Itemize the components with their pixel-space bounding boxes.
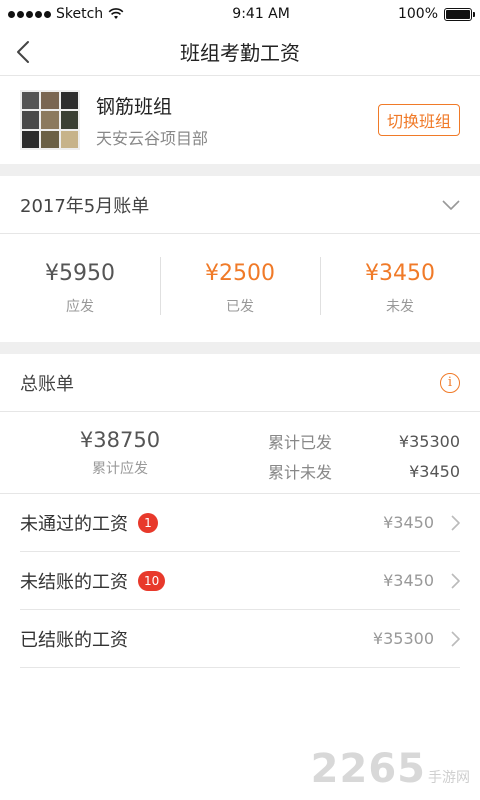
stat-value: ¥2500 [205,260,275,286]
count-badge: 1 [138,512,158,533]
info-icon[interactable]: i [440,372,460,393]
total-left: ¥38750 累计应发 [20,412,220,493]
total-unpaid-value: ¥3450 [409,461,460,481]
list-item-unsettled[interactable]: 未结账的工资 10 ¥3450 [20,552,460,610]
chevron-down-icon [442,199,460,210]
stat-label: 未发 [386,298,414,315]
total-amount-label: 累计应发 [92,461,148,477]
battery-percent: 100% [397,6,438,22]
status-right: 100% [397,6,475,22]
status-time: 9:41 AM [232,6,290,22]
stat-label: 已发 [226,298,254,315]
carrier-name: Sketch [56,6,104,22]
stat-payable: ¥5950 应发 [0,261,160,316]
section-divider [0,342,480,354]
list-item-amount: ¥3450 [383,571,434,590]
team-project: 天安云谷项目部 [96,128,209,148]
back-icon [17,41,29,63]
list-item-settled[interactable]: 已结账的工资 ¥35300 [20,610,460,668]
watermark-number: 2265 [310,746,426,792]
team-avatar [20,90,80,150]
stat-value: ¥5950 [45,260,115,286]
team-info: 钢筋班组 天安云谷项目部 [96,92,378,149]
total-paid-row: 累计已发 ¥35300 [220,426,460,456]
back-button[interactable] [16,38,44,66]
month-stats: ¥5950 应发 ¥2500 已发 ¥3450 未发 [0,234,480,342]
total-right: 累计已发 ¥35300 累计未发 ¥3450 [220,412,460,493]
total-unpaid-row: 累计未发 ¥3450 [220,456,460,486]
list-item-label: 已结账的工资 [20,629,128,651]
switch-team-button[interactable]: 切换班组 [377,104,460,136]
section-divider [0,164,480,176]
list-item-amount: ¥3450 [383,513,434,532]
month-label: 2017年5月账单 [20,195,150,217]
list-right: ¥3450 [383,513,460,532]
nav-bar: 班组考勤工资 [0,28,480,76]
stat-unpaid: ¥3450 未发 [320,256,480,316]
list-left: 未通过的工资 1 [20,510,158,536]
total-unpaid-label: 累计未发 [268,463,333,482]
signal-icon [8,10,51,18]
stat-label: 应发 [66,298,94,315]
list-item-label: 未通过的工资 [20,513,128,535]
watermark-text: 手游网 [428,770,470,786]
chevron-right-icon [451,630,460,647]
team-name: 钢筋班组 [96,95,173,118]
status-left: Sketch [8,6,124,22]
team-header: 钢筋班组 天安云谷项目部 切换班组 [0,76,480,164]
watermark-logo: 2265 手游网 [311,746,470,792]
list-item-amount: ¥35300 [372,629,434,648]
list-right: ¥3450 [383,571,460,590]
chevron-right-icon [451,514,460,531]
status-bar: Sketch 9:41 AM 100% [0,0,480,28]
list-left: 已结账的工资 [20,626,128,652]
total-header: 总账单 i [0,354,480,412]
list-item-not-approved[interactable]: 未通过的工资 1 ¥3450 [20,494,460,552]
battery-icon [444,7,475,21]
total-title: 总账单 [20,373,74,395]
total-summary: ¥38750 累计应发 累计已发 ¥35300 累计未发 ¥3450 [0,412,480,494]
total-paid-label: 累计已发 [268,433,333,452]
list-right: ¥35300 [373,629,460,648]
total-amount: ¥38750 [79,428,161,452]
wifi-icon [108,8,124,19]
count-badge: 10 [138,570,166,591]
total-paid-value: ¥35300 [398,431,460,451]
stat-value: ¥3450 [365,260,435,286]
page-title: 班组考勤工资 [180,41,300,65]
month-selector[interactable]: 2017年5月账单 [0,176,480,234]
list-item-label: 未结账的工资 [20,571,128,593]
list-left: 未结账的工资 10 [20,568,166,594]
chevron-right-icon [451,572,460,589]
stat-paid: ¥2500 已发 [160,256,320,316]
